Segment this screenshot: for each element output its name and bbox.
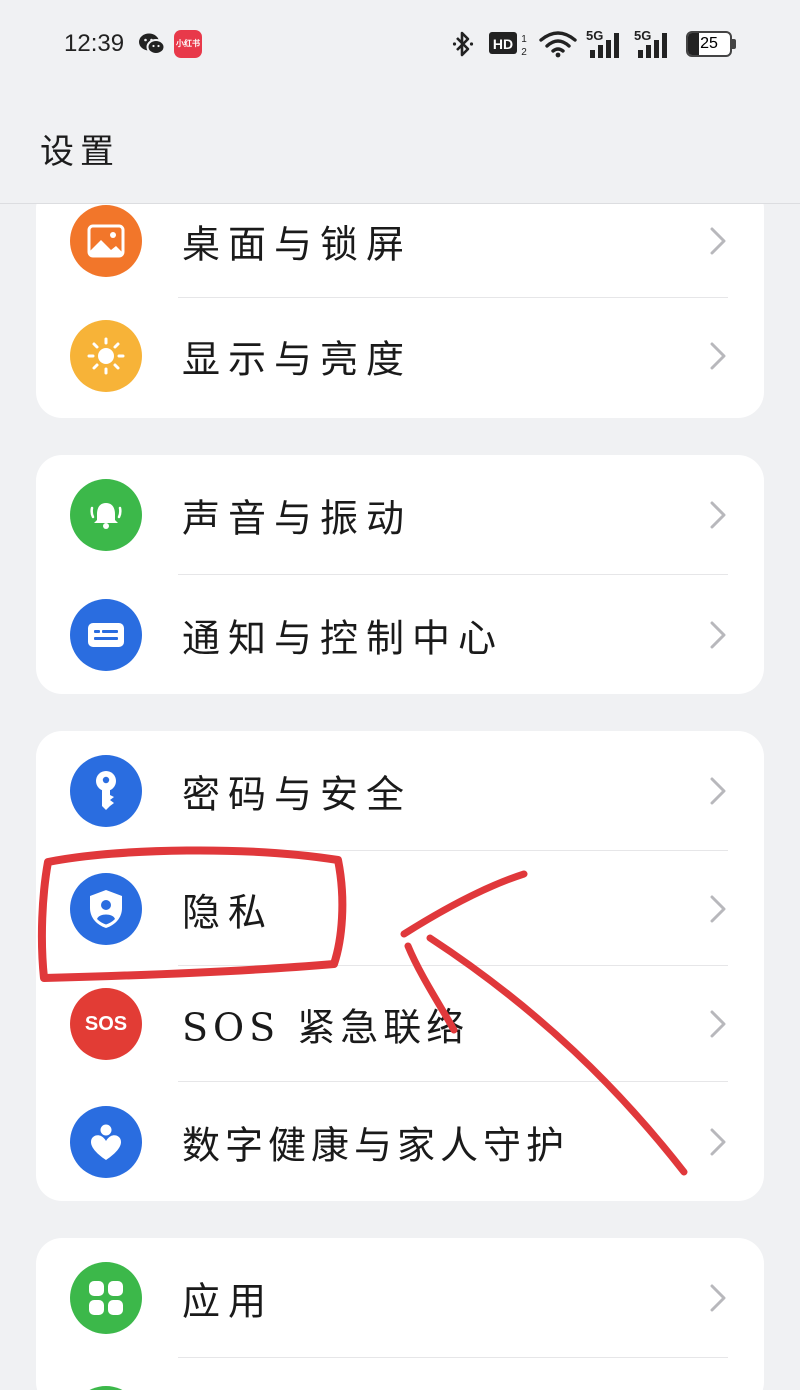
sos-icon-text: SOS xyxy=(84,1012,128,1035)
wifi-icon xyxy=(538,30,578,62)
chevron-right-icon xyxy=(710,342,726,374)
signal-5g-icon: 5G xyxy=(634,28,676,64)
page-title: 设置 xyxy=(40,132,120,172)
settings-item-label: 应用 xyxy=(182,1279,275,1324)
settings-item-display-brightness[interactable]: 显示与亮度 xyxy=(36,298,764,413)
family-heart-icon xyxy=(70,1105,142,1178)
chevron-right-icon xyxy=(710,621,726,653)
svg-text:2: 2 xyxy=(521,47,527,58)
signal-5g-icon: 5G xyxy=(586,28,628,64)
svg-text:1: 1 xyxy=(521,34,527,45)
svg-text:HD: HD xyxy=(493,36,513,52)
key-icon xyxy=(70,755,142,827)
settings-item-desktop-lockscreen[interactable]: 桌面与锁屏 xyxy=(36,183,764,298)
settings-item-partial[interactable] xyxy=(36,1358,764,1390)
settings-item-password-security[interactable]: 密码与安全 xyxy=(36,731,764,851)
apps-grid-icon xyxy=(70,1262,142,1334)
settings-item-digital-wellbeing[interactable]: 数字健康与家人守护 xyxy=(36,1082,764,1201)
settings-item-label: 通知与控制中心 xyxy=(182,616,505,660)
chevron-right-icon xyxy=(710,1010,726,1042)
settings-item-sound-vibration[interactable]: 声音与振动 xyxy=(36,455,764,575)
wallpaper-icon xyxy=(70,205,142,277)
settings-item-sos[interactable]: SOS SOS 紧急联络 xyxy=(36,966,764,1082)
status-bar-layer: 12:39 小红书 HD 1 2 5G 5G 25 xyxy=(0,0,800,88)
settings-group-security: 密码与安全 隐私 SOS SOS 紧急联络 数字健康与家人守护 xyxy=(36,731,764,1201)
rednote-icon: 小红书 xyxy=(174,30,202,58)
sun-icon xyxy=(70,319,142,392)
settings-item-label: 声音与振动 xyxy=(182,496,413,541)
settings-group-apps: 应用 xyxy=(36,1238,764,1390)
chevron-right-icon xyxy=(710,227,726,259)
settings-item-label: SOS 紧急联络 xyxy=(182,1005,470,1050)
settings-item-notification-control-center[interactable]: 通知与控制中心 xyxy=(36,575,764,694)
wechat-icon xyxy=(138,32,166,60)
notification-icon xyxy=(70,598,142,671)
hd-icon: HD 1 2 xyxy=(489,30,531,62)
chevron-right-icon xyxy=(710,895,726,927)
settings-item-apps[interactable]: 应用 xyxy=(36,1238,764,1358)
settings-item-label: 隐私 xyxy=(182,890,275,934)
bell-icon xyxy=(70,479,142,551)
partial-green-icon xyxy=(70,1386,142,1390)
settings-group-display: 桌面与锁屏 显示与亮度 xyxy=(36,183,764,418)
settings-group-sound-notifications: 声音与振动 通知与控制中心 xyxy=(36,455,764,694)
clock: 12:39 xyxy=(64,30,125,57)
chevron-right-icon xyxy=(710,1128,726,1160)
svg-text:5G: 5G xyxy=(586,28,603,43)
bluetooth-icon xyxy=(452,30,474,62)
settings-item-label: 桌面与锁屏 xyxy=(182,222,413,267)
settings-item-privacy[interactable]: 隐私 xyxy=(36,851,764,966)
privacy-shield-icon xyxy=(70,872,142,945)
settings-item-label: 数字健康与家人守护 xyxy=(182,1123,570,1167)
battery-icon: 25 xyxy=(686,31,736,57)
chevron-right-icon xyxy=(710,1284,726,1316)
svg-text:5G: 5G xyxy=(634,28,651,43)
settings-item-label: 显示与亮度 xyxy=(182,337,413,381)
battery-level: 25 xyxy=(700,35,718,52)
chevron-right-icon xyxy=(710,777,726,809)
chevron-right-icon xyxy=(710,501,726,533)
settings-item-label: 密码与安全 xyxy=(182,772,413,817)
sos-icon: SOS xyxy=(70,988,142,1060)
